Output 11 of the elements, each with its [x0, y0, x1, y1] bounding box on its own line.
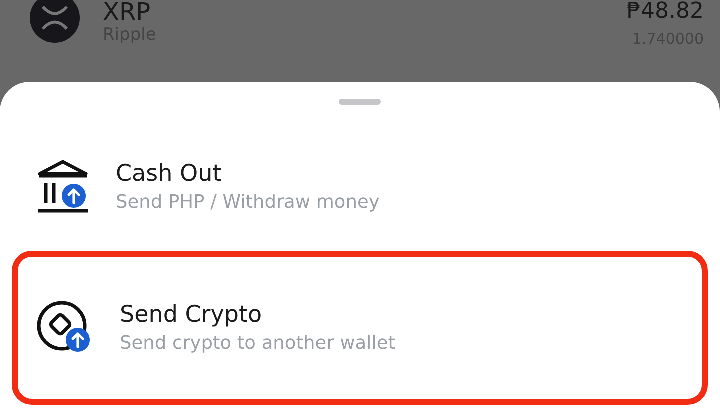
bank-icon [36, 159, 90, 215]
option-item[interactable]: Send Crypto Send crypto to another wallet [12, 251, 708, 405]
asset-symbol: XRP [103, 0, 152, 24]
option-title: Cash Out [116, 160, 223, 188]
option-item[interactable]: Cash Out Send PHP / Withdraw money [12, 135, 708, 239]
option-title: Send Crypto [120, 300, 264, 330]
asset-value: ₱48.82 [627, 0, 704, 24]
drag-handle[interactable] [339, 99, 381, 105]
option-subtitle: Send crypto to another wallet [120, 332, 396, 356]
coin-icon [30, 0, 80, 43]
option-subtitle: Send PHP / Withdraw money [116, 190, 380, 214]
